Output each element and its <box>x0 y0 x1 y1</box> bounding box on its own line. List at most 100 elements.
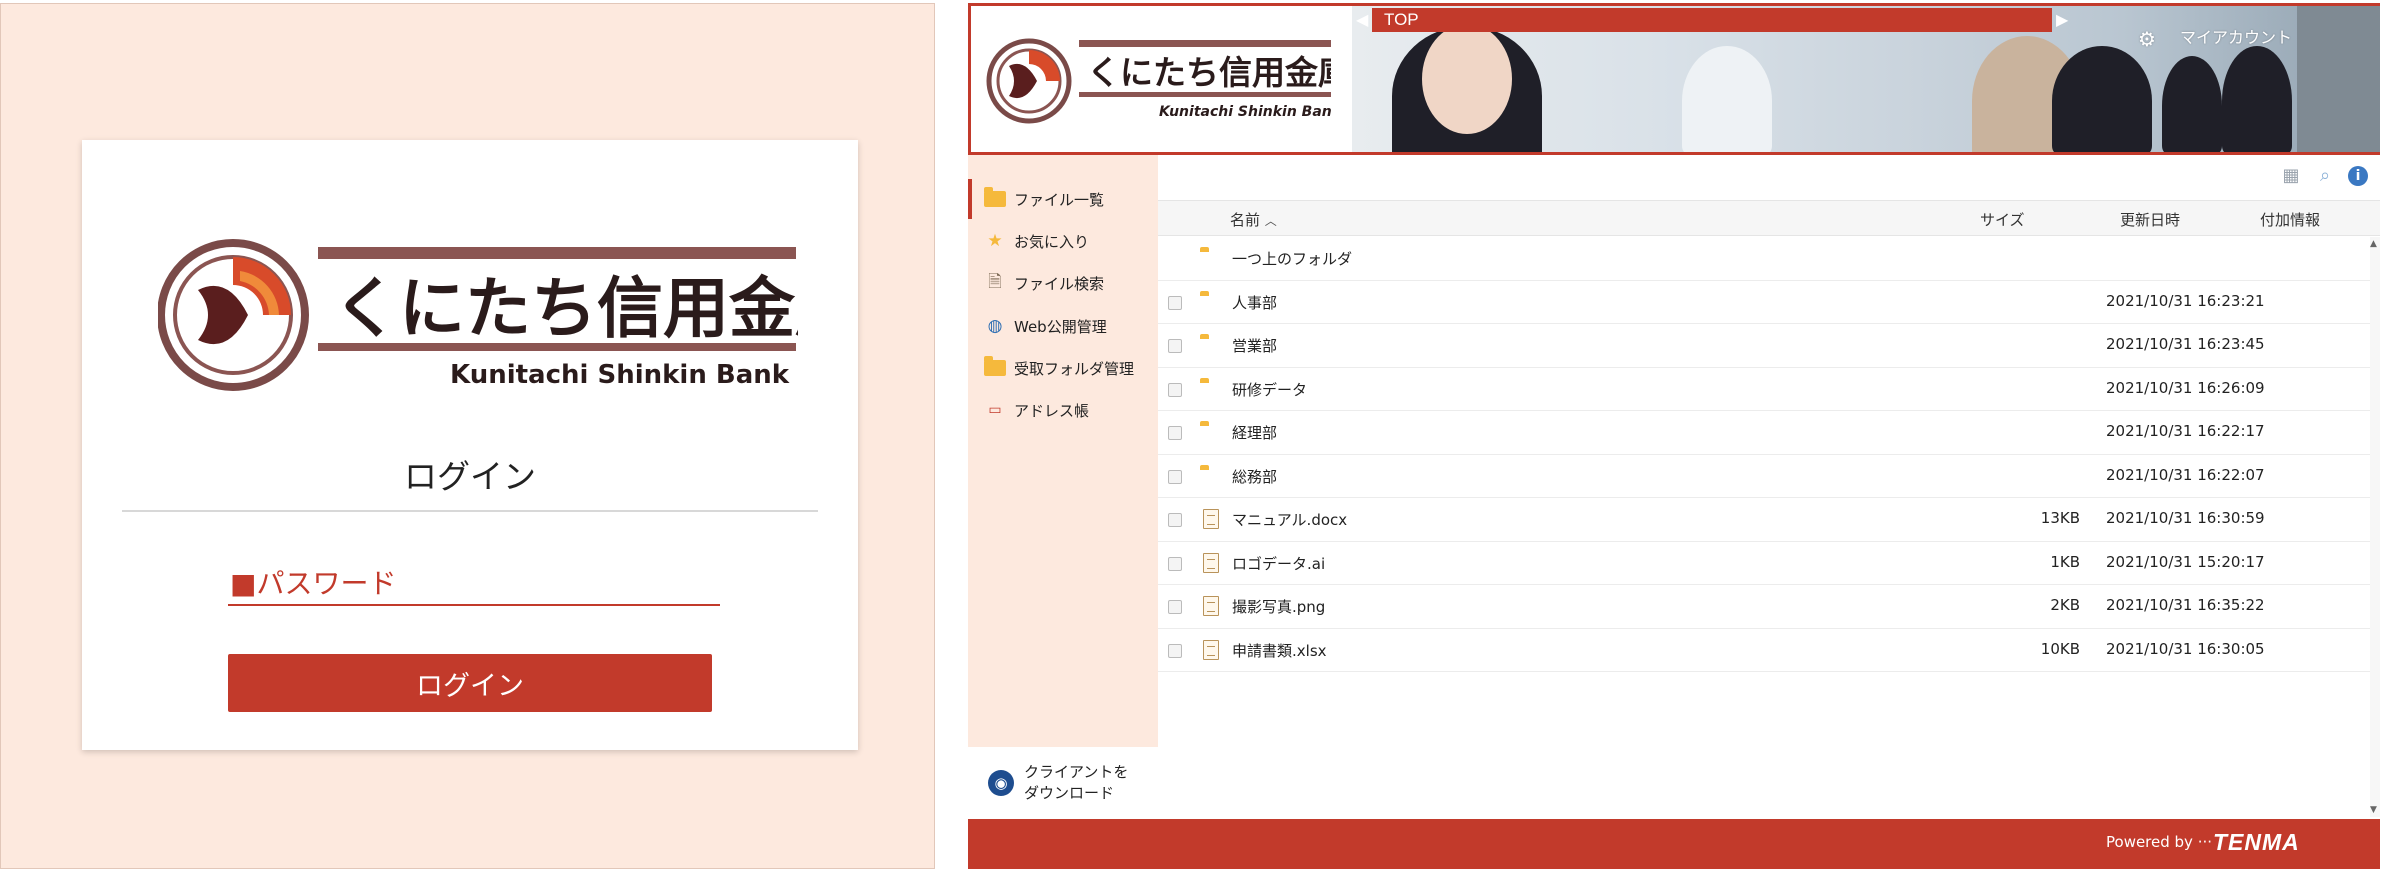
header: くにたち信用金庫 Kunitachi Shinkin Bank ◀ TOP ▶ <box>968 3 2380 155</box>
password-field[interactable] <box>228 562 720 606</box>
top-label[interactable]: TOP <box>1384 10 1419 30</box>
table-row[interactable]: 研修データ 2021/10/31 16:26:09 <box>1158 368 2370 411</box>
row-checkbox[interactable] <box>1168 600 1182 614</box>
table-row[interactable]: 撮影写真.png 2KB 2021/10/31 16:35:22 <box>1158 585 2370 629</box>
file-updated: 2021/10/31 16:26:09 <box>2106 378 2265 397</box>
file-size: 1KB <box>2050 552 2080 571</box>
table-row[interactable]: 営業部 2021/10/31 16:23:45 <box>1158 324 2370 368</box>
column-info[interactable]: 付加情報 <box>2260 209 2320 230</box>
file-updated: 2021/10/31 16:23:21 <box>2106 291 2265 310</box>
tenma-logo: TENMA <box>2213 829 2300 855</box>
my-account-link[interactable]: ⚙ マイアカウント <box>2138 24 2292 51</box>
file-name[interactable]: 研修データ <box>1232 379 1307 400</box>
sidebar-item-label: ファイル一覧 <box>1014 190 1105 209</box>
file-size: 13KB <box>2040 509 2080 527</box>
login-title: ログイン <box>404 457 536 496</box>
sidebar-item-favorites[interactable]: ★ お気に入り <box>968 221 1158 261</box>
file-name[interactable]: ロゴデータ.ai <box>1232 553 1325 574</box>
document-icon <box>1200 639 1224 660</box>
chevron-right-icon[interactable]: ▶ <box>2056 10 2070 30</box>
sidebar-item-label: Web公開管理 <box>1014 317 1107 336</box>
column-updated[interactable]: 更新日時 <box>2120 209 2180 230</box>
divider <box>122 510 818 512</box>
inbox-folder-icon <box>984 356 1006 377</box>
login-card: くにたち信用金庫 Kunitachi Shinkin Bank ログイン ログイ… <box>82 140 858 750</box>
grid-view-icon[interactable]: ▦ <box>2280 165 2302 187</box>
file-name[interactable]: 人事部 <box>1232 292 1277 313</box>
sidebar-item-label: アドレス帳 <box>1014 401 1090 420</box>
table-row[interactable]: 総務部 2021/10/31 16:22:07 <box>1158 455 2370 498</box>
info-icon[interactable]: i <box>2348 166 2368 186</box>
file-updated: 2021/10/31 16:30:05 <box>2106 639 2265 658</box>
gear-icon: ⚙ <box>2138 26 2156 51</box>
file-updated: 2021/10/31 16:30:59 <box>2106 509 2265 527</box>
folder-icon <box>1200 292 1224 312</box>
logo-en-text: Kunitachi Shinkin Bank <box>450 360 790 390</box>
scrollbar[interactable]: ▲ ▼ <box>2370 237 2380 817</box>
scroll-up-icon[interactable]: ▲ <box>2370 239 2377 249</box>
parent-folder-row[interactable]: 一つ上のフォルダ <box>1158 237 2370 281</box>
document-icon <box>1200 509 1224 529</box>
sidebar-item-address-book[interactable]: ▭ アドレス帳 <box>968 390 1158 430</box>
column-size[interactable]: サイズ <box>1980 209 2025 230</box>
table-row[interactable]: 人事部 2021/10/31 16:23:21 <box>1158 281 2370 324</box>
globe-icon: ◍ <box>987 316 1003 336</box>
folder-icon <box>1200 335 1224 355</box>
folder-icon <box>984 187 1006 208</box>
sidebar-item-file-search[interactable]: 🗎 ファイル検索 <box>968 263 1158 303</box>
header-banner-photo: ◀ TOP ▶ ⚙ マイアカウント <box>1352 6 2380 152</box>
header-bank-logo[interactable]: くにたち信用金庫 Kunitachi Shinkin Bank <box>981 26 1331 136</box>
table-row[interactable]: ロゴデータ.ai 1KB 2021/10/31 15:20:17 <box>1158 542 2370 585</box>
file-name[interactable]: 一つ上のフォルダ <box>1232 248 1352 269</box>
sidebar: ファイル一覧 ★ お気に入り 🗎 ファイル検索 ◍ Web公開管理 受取フォルダ… <box>968 155 1158 819</box>
table-row[interactable]: 経理部 2021/10/31 16:22:17 <box>1158 411 2370 455</box>
folder-icon <box>1200 466 1224 486</box>
file-name[interactable]: 申請書類.xlsx <box>1232 640 1327 661</box>
row-checkbox[interactable] <box>1168 469 1182 484</box>
building <box>2297 6 2380 152</box>
star-icon: ★ <box>987 231 1003 251</box>
file-updated: 2021/10/31 16:23:45 <box>2106 335 2265 353</box>
bank-logo: くにたち信用金庫 Kunitachi Shinkin Bank <box>158 239 798 391</box>
file-updated: 2021/10/31 16:35:22 <box>2106 596 2265 614</box>
footer: Powered by ··· TENMA <box>968 819 2380 869</box>
row-checkbox[interactable] <box>1168 426 1182 440</box>
login-button[interactable]: ログイン <box>228 654 712 712</box>
folder-icon <box>1200 422 1224 442</box>
top-breadcrumb-bar: ◀ TOP ▶ <box>1356 8 2068 32</box>
file-name[interactable]: マニュアル.docx <box>1232 509 1347 530</box>
file-name[interactable]: 営業部 <box>1232 335 1277 356</box>
person-figure <box>2162 56 2222 152</box>
row-checkbox[interactable] <box>1168 339 1182 353</box>
scroll-down-icon[interactable]: ▼ <box>2370 805 2377 815</box>
row-checkbox[interactable] <box>1168 556 1182 571</box>
file-name[interactable]: 撮影写真.png <box>1232 596 1325 617</box>
file-name[interactable]: 総務部 <box>1232 466 1277 487</box>
row-checkbox[interactable] <box>1168 513 1182 527</box>
client-download-link[interactable]: ◉ クライアントを ダウンロード <box>968 747 1158 819</box>
chevron-left-icon[interactable]: ◀ <box>1356 10 1370 30</box>
file-manager-app: くにたち信用金庫 Kunitachi Shinkin Bank ◀ TOP ▶ <box>968 3 2380 869</box>
person-figure <box>2052 46 2152 152</box>
bank-emblem-icon <box>986 38 1072 124</box>
person-figure <box>1422 24 1512 134</box>
sidebar-item-inbox-folder[interactable]: 受取フォルダ管理 <box>968 348 1158 388</box>
file-updated: 2021/10/31 16:22:07 <box>2106 465 2265 484</box>
header-logo-jp-text: くにたち信用金庫 <box>1087 53 1331 92</box>
row-checkbox[interactable] <box>1168 382 1182 397</box>
account-label: マイアカウント <box>2179 28 2292 47</box>
person-figure <box>1682 46 1772 152</box>
file-updated: 2021/10/31 16:22:17 <box>2106 422 2265 440</box>
row-checkbox[interactable] <box>1168 643 1182 658</box>
logo-jp-text: くにたち信用金庫 <box>333 270 798 347</box>
table-row[interactable]: 申請書類.xlsx 10KB 2021/10/31 16:30:05 <box>1158 629 2370 672</box>
file-table: 一つ上のフォルダ 人事部 2021/10/31 16:23:21 営業部 202… <box>1158 237 2370 672</box>
row-checkbox[interactable] <box>1168 295 1182 310</box>
bank-emblem-icon <box>158 239 309 391</box>
table-row[interactable]: マニュアル.docx 13KB 2021/10/31 16:30:59 <box>1158 498 2370 542</box>
sidebar-item-web-publish[interactable]: ◍ Web公開管理 <box>968 306 1158 346</box>
file-name[interactable]: 経理部 <box>1232 422 1277 443</box>
search-icon[interactable]: ⌕ <box>2314 165 2336 187</box>
column-name[interactable]: 名前 ︿ <box>1230 209 1277 230</box>
sidebar-item-file-list[interactable]: ファイル一覧 <box>968 179 1158 219</box>
